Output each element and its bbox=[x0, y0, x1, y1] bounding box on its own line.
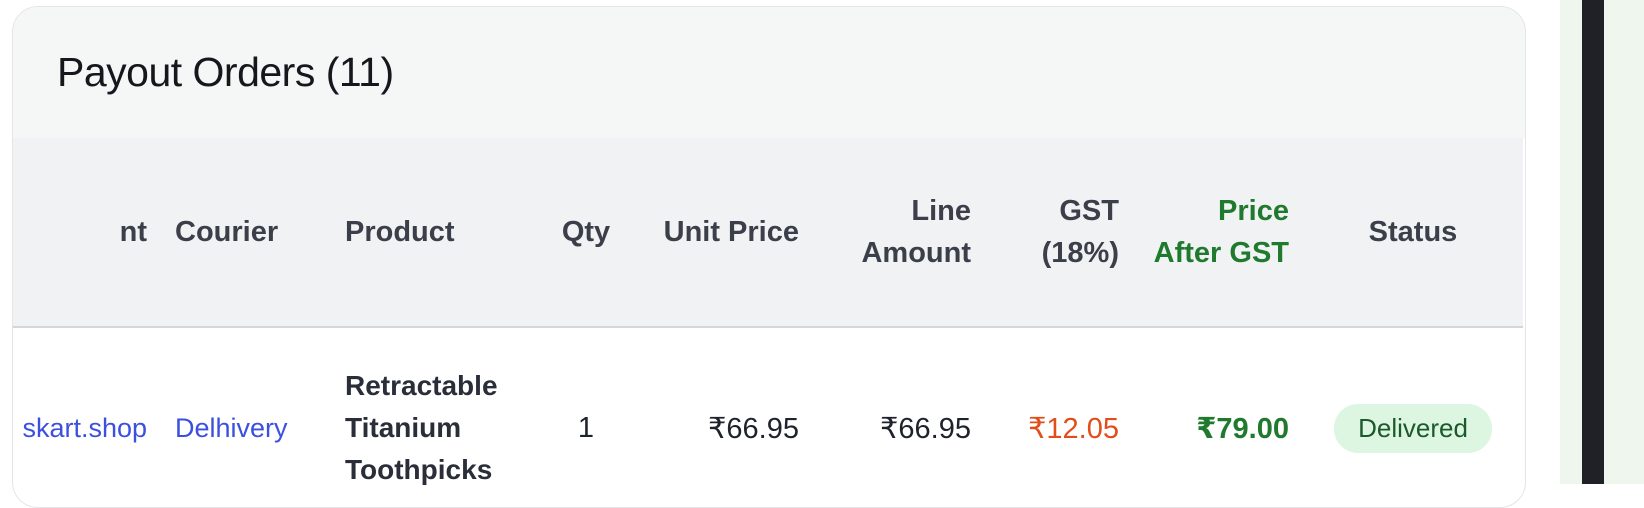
table-row: skart.shop Delhivery Retractable Titaniu… bbox=[13, 327, 1523, 507]
gst-cell: ₹12.05 bbox=[1027, 412, 1119, 445]
courier-link[interactable]: Delhivery bbox=[175, 413, 288, 443]
orders-table: nt Courier Product Qty Unit Price Line A… bbox=[13, 138, 1523, 507]
column-header-product: Product bbox=[345, 216, 455, 248]
product-name: Retractable Titanium Toothpicks bbox=[345, 370, 498, 485]
column-header-status: Status bbox=[1368, 216, 1458, 248]
column-header-line-amount: Line Amount bbox=[861, 195, 971, 269]
column-header-price-after-gst: Price After GST bbox=[1153, 195, 1289, 269]
column-header-courier: Courier bbox=[175, 216, 279, 248]
line-amount-cell: ₹66.95 bbox=[879, 412, 971, 445]
table-header-row: nt Courier Product Qty Unit Price Line A… bbox=[13, 138, 1523, 327]
price-after-gst-cell: ₹79.00 bbox=[1196, 412, 1289, 445]
status-cell: Delivered bbox=[1303, 327, 1523, 507]
merchant-link[interactable]: skart.shop bbox=[22, 413, 147, 443]
card-title: Payout Orders (11) bbox=[57, 49, 394, 95]
scrollbar[interactable] bbox=[1582, 0, 1604, 484]
product-cell: Retractable Titanium Toothpicks bbox=[331, 327, 531, 507]
column-header-qty: Qty bbox=[561, 216, 611, 248]
status-badge: Delivered bbox=[1334, 403, 1492, 453]
payout-orders-card: Payout Orders (11) nt Courier Product Qt… bbox=[12, 6, 1526, 508]
card-header: Payout Orders (11) bbox=[13, 7, 1525, 138]
column-header-merchant: nt bbox=[119, 216, 147, 248]
column-header-gst: GST (18%) bbox=[1041, 195, 1119, 269]
merchant-cell[interactable]: skart.shop bbox=[13, 327, 161, 507]
courier-cell[interactable]: Delhivery bbox=[161, 327, 331, 507]
unit-price-cell: ₹66.95 bbox=[707, 412, 799, 445]
qty-cell: 1 bbox=[577, 411, 595, 444]
column-header-unit-price: Unit Price bbox=[663, 216, 799, 248]
